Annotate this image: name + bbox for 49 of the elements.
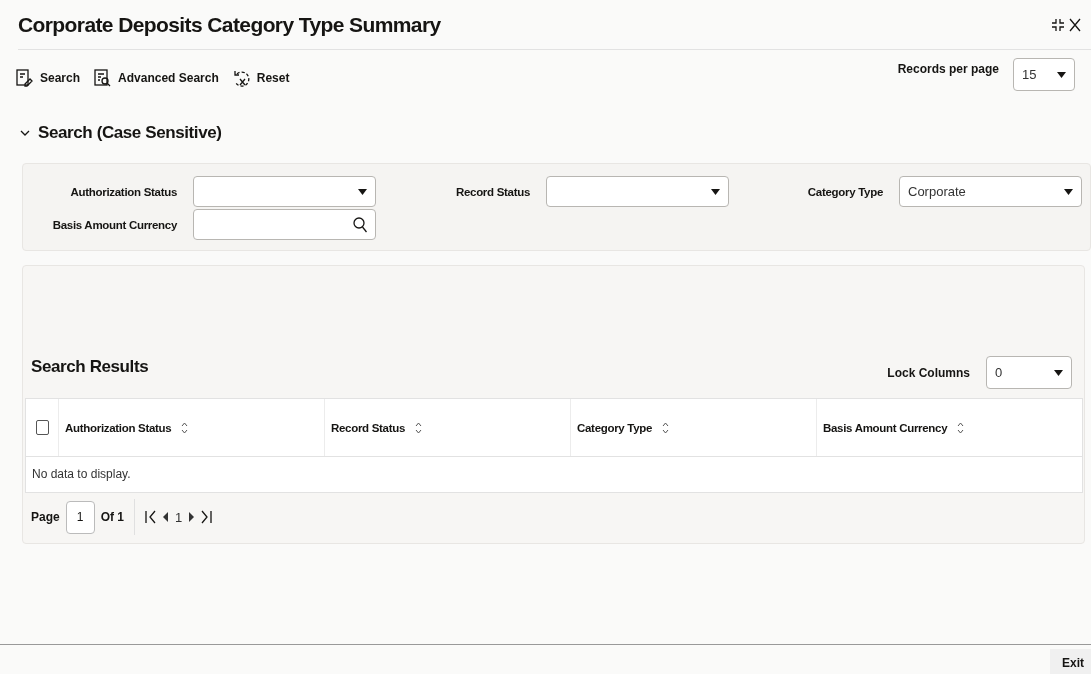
toolbar-button[interactable]: Reset: [232, 64, 290, 91]
caret-icon: [1064, 188, 1073, 195]
field-label: Basis Amount Currency: [51, 218, 178, 231]
page-label: Page: [31, 510, 60, 524]
sort-icon[interactable]: [957, 421, 965, 434]
first-page-icon[interactable]: [145, 510, 158, 524]
last-page-icon[interactable]: [200, 510, 213, 524]
field-label: Lock Columns: [887, 365, 970, 380]
caret-icon: [1057, 71, 1066, 78]
search-icon: [353, 216, 367, 233]
column-header[interactable]: Record Status: [331, 421, 406, 434]
sort-icon[interactable]: [181, 421, 189, 434]
column-header[interactable]: Basis Amount Currency: [823, 421, 948, 434]
sort-icon[interactable]: [415, 421, 423, 434]
lock-columns-select[interactable]: 0: [986, 356, 1072, 389]
field-label: Records per page: [897, 62, 999, 76]
toolbar-button[interactable]: Advanced Search: [94, 64, 219, 91]
empty-message: No data to display.: [31, 466, 132, 483]
close-icon[interactable]: [1069, 17, 1081, 32]
toolbar-button[interactable]: Search: [16, 64, 81, 91]
minimize-icon[interactable]: [1051, 17, 1065, 32]
records-per-page-select[interactable]: 15: [1013, 58, 1075, 91]
lookup-field[interactable]: [193, 209, 376, 240]
page-count: Of 1: [100, 510, 125, 524]
form-magnifier-icon: [94, 68, 113, 87]
select-field[interactable]: [193, 176, 376, 207]
form-pencil-icon: [16, 68, 34, 87]
next-page-icon[interactable]: [188, 512, 195, 522]
reset-icon: [232, 68, 251, 87]
select-field[interactable]: Corporate: [899, 176, 1082, 207]
field-label: Record Status: [454, 185, 531, 198]
column-header[interactable]: Authorization Status: [65, 421, 172, 434]
checkbox[interactable]: [35, 420, 49, 435]
previous-page-icon[interactable]: [163, 512, 170, 522]
caret-icon: [711, 188, 720, 195]
caret-icon: [1054, 369, 1063, 376]
section-title: Search Results: [31, 356, 149, 377]
select-field[interactable]: [546, 176, 729, 207]
section-toggle[interactable]: Search (Case Sensitive): [20, 123, 222, 143]
field-label: Category Type: [806, 185, 884, 198]
caret-icon: [358, 188, 367, 195]
window-title: Corporate Deposits Category Type Summary: [18, 12, 441, 37]
chevron-down-icon: [20, 128, 30, 138]
page-input[interactable]: 1: [65, 500, 95, 534]
column-header[interactable]: Category Type: [577, 421, 653, 434]
current-page: 1: [175, 509, 183, 525]
field-label: Authorization Status: [69, 185, 178, 198]
sort-icon[interactable]: [662, 421, 670, 434]
exit-button[interactable]: Exit: [1050, 649, 1091, 674]
